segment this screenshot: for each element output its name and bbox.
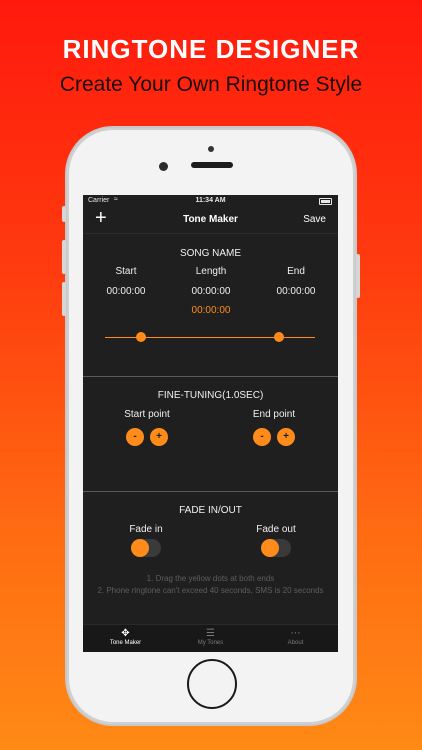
save-button[interactable]: Save: [303, 214, 326, 225]
list-icon: ☰: [206, 628, 215, 639]
nav-bar: + Tone Maker Save: [83, 207, 338, 234]
home-button[interactable]: [187, 659, 237, 709]
tab-tone-maker[interactable]: ✥ Tone Maker: [83, 628, 168, 646]
end-point-label: End point: [252, 409, 296, 420]
start-point-label: Start point: [124, 409, 170, 420]
start-plus-button[interactable]: +: [150, 428, 168, 446]
volume-down-button: [62, 282, 66, 316]
fine-tuning-section: FINE-TUNING(1.0SEC) Start point End poin…: [83, 377, 338, 492]
start-label: Start: [115, 266, 137, 277]
range-start-handle[interactable]: [135, 332, 146, 342]
nav-title: Tone Maker: [183, 214, 238, 225]
instruction-line-2: 2. Phone ringtone can't exceed 40 second…: [97, 586, 324, 595]
start-value: 00:00:00: [106, 286, 146, 297]
volume-up-button: [62, 240, 66, 274]
fade-out-toggle-thumb: [261, 539, 279, 557]
end-minus-button[interactable]: -: [253, 428, 271, 446]
range-end-handle[interactable]: [274, 332, 285, 342]
front-camera-icon: [159, 162, 168, 171]
end-label: End: [287, 266, 305, 277]
tone-maker-icon: ✥: [121, 628, 130, 639]
fine-tuning-title: FINE-TUNING(1.0SEC): [157, 390, 264, 401]
mute-switch: [62, 206, 66, 222]
battery-icon: [319, 198, 332, 205]
length-value: 00:00:00: [191, 286, 231, 297]
power-button: [356, 254, 360, 298]
fade-out-label: Fade out: [256, 524, 296, 535]
status-bar: Carrier ≈ 11:34 AM: [83, 195, 338, 207]
tab-label: Tone Maker: [109, 640, 142, 646]
selection-value: 00:00:00: [191, 305, 231, 316]
instruction-line-1: 1. Drag the yellow dots at both ends: [146, 574, 275, 583]
fade-section: FADE IN/OUT Fade in Fade out 1. Drag the…: [83, 492, 338, 625]
tab-bar: ✥ Tone Maker ☰ My Tones ⋯ About: [83, 624, 338, 652]
song-section: SONG NAME Start Length End 00:00:00 00:0…: [83, 234, 338, 377]
tab-my-tones[interactable]: ☰ My Tones: [168, 628, 253, 646]
fade-in-toggle-thumb: [131, 539, 149, 557]
app-screen: Carrier ≈ 11:34 AM + Tone Maker Save SON…: [83, 195, 338, 652]
fade-in-toggle[interactable]: [131, 539, 161, 557]
end-plus-button[interactable]: +: [277, 428, 295, 446]
status-time: 11:34 AM: [195, 197, 226, 204]
proximity-sensor: [208, 146, 214, 152]
earpiece-speaker: [191, 162, 233, 168]
song-name: SONG NAME: [179, 248, 242, 259]
fade-in-label: Fade in: [129, 524, 163, 535]
fade-out-toggle[interactable]: [261, 539, 291, 557]
length-label: Length: [195, 266, 227, 277]
end-value: 00:00:00: [276, 286, 316, 297]
tab-label: About: [287, 640, 304, 646]
tab-label: My Tones: [197, 640, 224, 646]
more-icon: ⋯: [290, 628, 301, 639]
banner-subhead: Create Your Own Ringtone Style: [59, 73, 363, 96]
banner-headline: RINGTONE DESIGNER: [62, 34, 360, 64]
tab-about[interactable]: ⋯ About: [253, 628, 338, 646]
fade-title: FADE IN/OUT: [179, 505, 242, 516]
start-minus-button[interactable]: -: [126, 428, 144, 446]
